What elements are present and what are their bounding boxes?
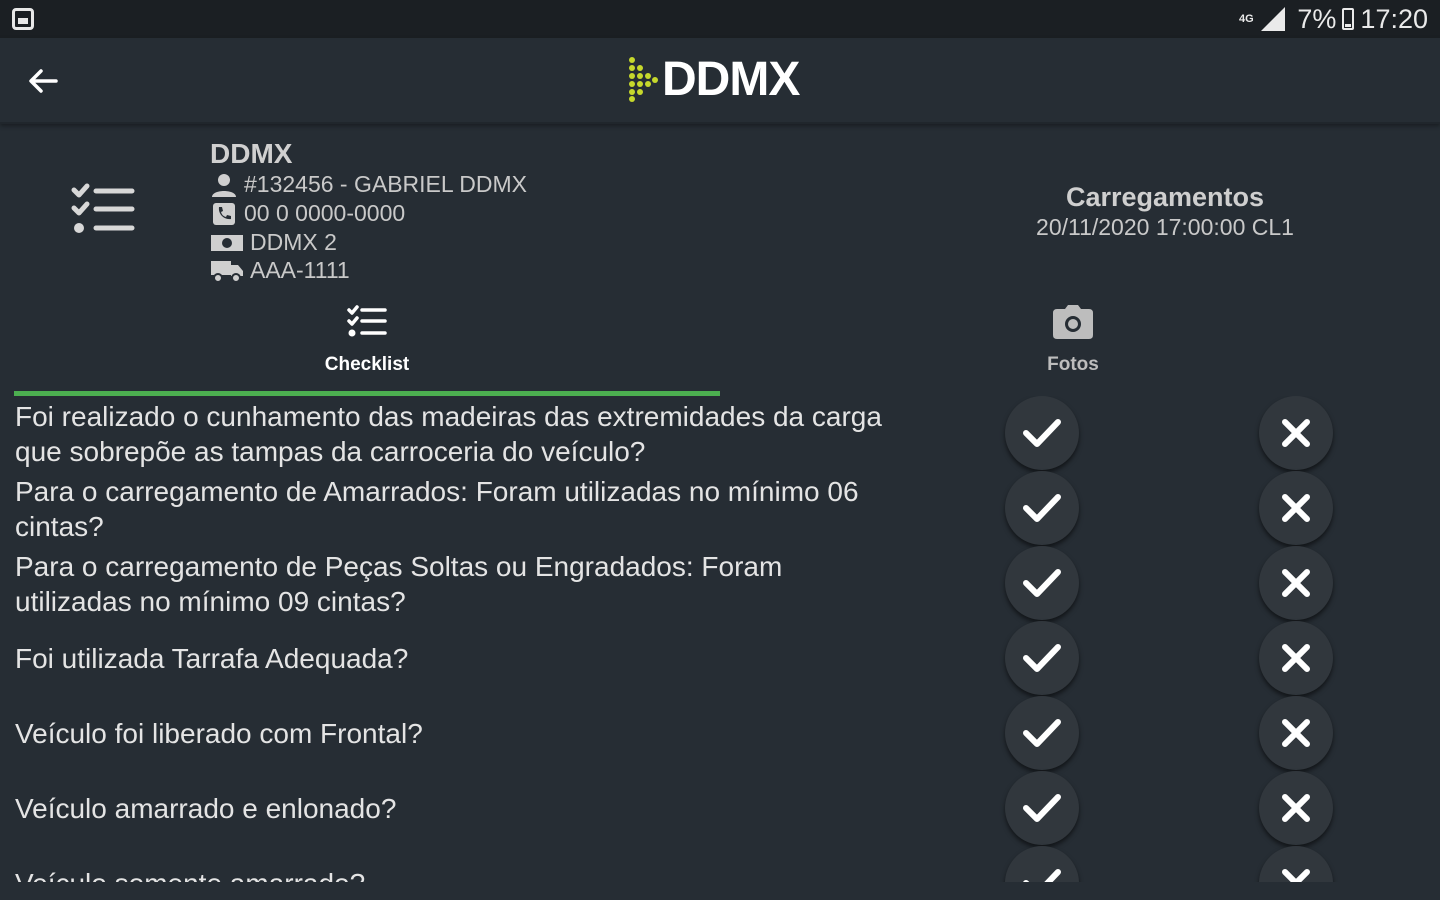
logo-mark-icon [629,57,658,102]
checklist-row: Veículo foi liberado com Frontal? [0,696,1440,771]
check-icon [1023,719,1061,747]
question-text: Veículo somente amarrado? [15,846,895,882]
signal-icon [1261,7,1286,31]
no-button[interactable] [1259,846,1333,882]
close-icon [1282,419,1310,447]
logo-text: DDMX [662,52,800,106]
check-icon [1023,794,1061,822]
company-name: DDMX [210,138,293,169]
no-button[interactable] [1259,771,1333,845]
app-bar: DDMX [0,38,1440,124]
tab-fotos-label: Fotos [1047,354,1099,375]
check-icon [1023,869,1061,882]
question-text: Veículo foi liberado com Frontal? [15,718,423,749]
check-icon [1023,419,1061,447]
checklist-row: Foi utilizada Tarrafa Adequada? [0,621,1440,696]
plate-line: AAA-1111 [210,257,350,284]
tab-checklist-label: Checklist [324,354,410,375]
truck-icon [210,259,244,283]
back-button[interactable] [22,60,64,102]
checklist-row: Veículo somente amarrado? [0,846,1440,882]
yes-button[interactable] [1005,621,1079,695]
app-logo: DDMX [628,52,800,106]
yes-button[interactable] [1005,396,1079,470]
question-text: Veículo amarrado e enlonado? [15,793,397,824]
status-indicators: 4G 7% 17:20 [1237,4,1428,35]
yes-button[interactable] [1005,471,1079,545]
no-button[interactable] [1259,621,1333,695]
phone-text: 00 0 0000-0000 [244,200,406,226]
yes-button[interactable] [1005,546,1079,620]
check-icon [1023,569,1061,597]
no-button[interactable] [1259,471,1333,545]
question-text: Foi utilizada Tarrafa Adequada? [15,643,409,674]
checklist-row: Veículo amarrado e enlonado? [0,771,1440,846]
clock: 17:20 [1360,3,1428,34]
question-text: Para o carregamento de Amarrados: Foram … [15,475,859,542]
yes-button[interactable] [1005,696,1079,770]
money-icon [210,231,244,255]
load-title: Carregamentos [1065,182,1265,212]
driver-text: #132456 - GABRIEL DDMX [244,171,527,197]
camera-icon [1051,300,1095,344]
checklist-icon [345,300,389,344]
load-datetime: 20/11/2020 17:00:00 CL1 [1036,214,1294,240]
close-icon [1282,794,1310,822]
network-type: 4G [1239,12,1254,25]
plate-text: AAA-1111 [250,257,350,283]
arrow-left-icon [29,69,58,93]
yes-button[interactable] [1005,846,1079,882]
account-line: DDMX 2 [210,229,337,256]
question-text: Para o carregamento de Peças Soltas ou E… [15,550,783,617]
close-icon [1282,494,1310,522]
person-icon [210,173,238,197]
no-button[interactable] [1259,396,1333,470]
close-icon [1282,719,1310,747]
battery-percent: 7% [1297,3,1337,34]
no-button[interactable] [1259,546,1333,620]
checklist-row: Para o carregamento de Peças Soltas ou E… [0,546,1440,621]
account-text: DDMX 2 [250,229,337,255]
tab-fotos[interactable]: Fotos [720,296,1426,394]
question-text: Foi realizado o cunhamento das madeiras … [15,400,882,467]
checklist-row: Para o carregamento de Amarrados: Foram … [0,471,1440,546]
checklist-list[interactable]: Foi realizado o cunhamento das madeiras … [0,396,1440,882]
phone-line: 00 0 0000-0000 [210,200,405,227]
status-bar: 4G 7% 17:20 [0,0,1440,38]
check-icon [1023,644,1061,672]
no-button[interactable] [1259,696,1333,770]
check-icon [1023,494,1061,522]
yes-button[interactable] [1005,771,1079,845]
checklist-header-icon [70,182,136,238]
battery-icon [1342,8,1355,30]
close-icon [1282,644,1310,672]
checklist-row: Foi realizado o cunhamento das madeiras … [0,396,1440,471]
driver-line: #132456 - GABRIEL DDMX [210,171,527,198]
close-icon [1282,869,1310,882]
close-icon [1282,569,1310,597]
phone-icon [210,202,238,226]
tab-checklist[interactable]: Checklist [14,296,720,394]
notification-icon [12,8,34,30]
